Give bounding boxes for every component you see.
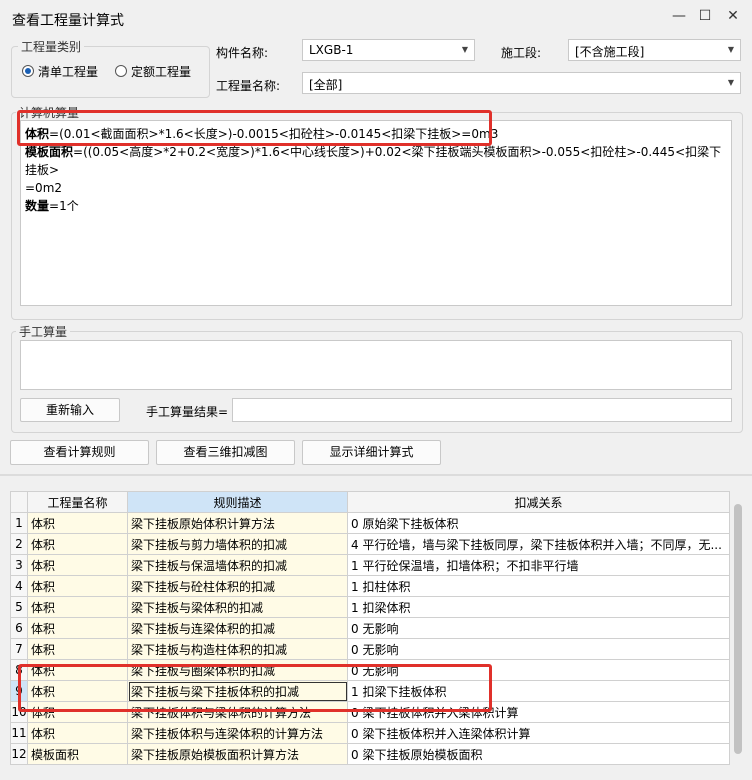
close-button[interactable]: ✕	[722, 8, 744, 28]
rule-cell[interactable]: 梁下挂板与保温墙体积的扣减	[127, 554, 348, 576]
rule-cell[interactable]: 梁下挂板与连梁体积的扣减	[127, 617, 348, 639]
table-row[interactable]: 4 体积 梁下挂板与砼柱体积的扣减 1 扣柱体积	[10, 575, 730, 597]
view-rules-button[interactable]: 查看计算规则	[10, 440, 149, 465]
chevron-down-icon: ▼	[727, 78, 734, 87]
highlight-box-formula	[17, 110, 492, 146]
rules-table: 工程量名称 规则描述 扣减关系 1 体积 梁下挂板原始体积计算方法 0 原始梁下挂板体…	[10, 491, 730, 765]
rule-cell[interactable]: 梁下挂板与梁体积的扣减	[127, 596, 348, 618]
qty-name-cell[interactable]: 体积	[27, 617, 128, 639]
row-number: 4	[10, 575, 28, 597]
splitter[interactable]	[0, 474, 752, 476]
rule-cell[interactable]: 梁下挂板原始体积计算方法	[127, 512, 348, 534]
manual-result-label: 手工算量结果=	[146, 405, 229, 419]
table-row[interactable]: 12 模板面积 梁下挂板原始模板面积计算方法 0 梁下挂板原始模板面积	[10, 743, 730, 765]
deduction-cell[interactable]: 1 平行砼保温墙，扣墙体积；不扣非平行墙	[347, 554, 730, 576]
row-number: 11	[10, 722, 28, 744]
component-label: 构件名称:	[216, 46, 269, 60]
stage-label: 施工段:	[501, 46, 542, 60]
calc-formwork-formula: =((0.05<高度>*2+0.2<宽度>)*1.6<中心线长度>)+0.02<…	[25, 145, 722, 177]
table-row[interactable]: 6 体积 梁下挂板与连梁体积的扣减 0 无影响	[10, 617, 730, 639]
qty-name-cell[interactable]: 体积	[27, 638, 128, 660]
deduction-cell[interactable]: 4 平行砼墙，墙与梁下挂板同厚，梁下挂板体积并入墙；不同厚，无...	[347, 533, 730, 555]
machine-calc-textarea[interactable]: 体积=(0.01<截面面积>*1.6<长度>)-0.0015<扣砼柱>-0.01…	[20, 120, 732, 306]
table-row[interactable]: 2 体积 梁下挂板与剪力墙体积的扣减 4 平行砼墙，墙与梁下挂板同厚，梁下挂板体积并入…	[10, 533, 730, 555]
qty-name-cell[interactable]: 体积	[27, 575, 128, 597]
radio-quota-quantity[interactable]	[115, 65, 127, 77]
view-3d-button[interactable]: 查看三维扣减图	[156, 440, 295, 465]
deduction-cell[interactable]: 0 无影响	[347, 617, 730, 639]
manual-calc-legend: 手工算量	[16, 323, 71, 340]
rule-cell[interactable]: 梁下挂板与构造柱体积的扣减	[127, 638, 348, 660]
chevron-down-icon: ▼	[727, 45, 734, 54]
deduction-cell[interactable]: 1 扣柱体积	[347, 575, 730, 597]
deduction-cell[interactable]: 0 无影响	[347, 638, 730, 660]
deduction-cell[interactable]: 0 原始梁下挂板体积	[347, 512, 730, 534]
row-number: 2	[10, 533, 28, 555]
row-number: 7	[10, 638, 28, 660]
qty-name-cell[interactable]: 体积	[27, 512, 128, 534]
radio-list-quantity-label[interactable]: 清单工程量	[38, 63, 98, 80]
deduction-cell[interactable]: 0 梁下挂板体积并入连梁体积计算	[347, 722, 730, 744]
rule-cell[interactable]: 梁下挂板体积与连梁体积的计算方法	[127, 722, 348, 744]
quantity-type-legend: 工程量类别	[18, 38, 85, 55]
qty-name-cell[interactable]: 体积	[27, 554, 128, 576]
qty-name-label: 工程量名称:	[216, 79, 281, 93]
reenter-button[interactable]: 重新输入	[20, 398, 120, 422]
table-scroll-thumb[interactable]	[734, 504, 742, 754]
row-number: 12	[10, 743, 28, 765]
qty-name-cell[interactable]: 体积	[27, 596, 128, 618]
col-header-rule[interactable]: 规则描述	[127, 491, 348, 513]
highlight-box-row	[18, 664, 492, 712]
radio-quota-quantity-label[interactable]: 定额工程量	[131, 63, 191, 80]
table-row[interactable]: 11 体积 梁下挂板体积与连梁体积的计算方法 0 梁下挂板体积并入连梁体积计算	[10, 722, 730, 744]
component-select[interactable]: LXGB-1 ▼	[302, 39, 475, 61]
component-select-value: LXGB-1	[309, 43, 354, 57]
row-number: 6	[10, 617, 28, 639]
window-title: 查看工程量计算式	[12, 13, 124, 29]
manual-calc-input[interactable]	[20, 340, 732, 390]
col-header-qty-name[interactable]: 工程量名称	[27, 491, 128, 513]
deduction-cell[interactable]: 1 扣梁体积	[347, 596, 730, 618]
deduction-cell[interactable]: 0 梁下挂板原始模板面积	[347, 743, 730, 765]
minimize-button[interactable]: —	[668, 8, 690, 28]
stage-select[interactable]: [不含施工段] ▼	[568, 39, 741, 61]
chevron-down-icon: ▼	[461, 45, 468, 54]
table-row[interactable]: 3 体积 梁下挂板与保温墙体积的扣减 1 平行砼保温墙，扣墙体积；不扣非平行墙	[10, 554, 730, 576]
qty-name-cell[interactable]: 模板面积	[27, 743, 128, 765]
qty-name-cell[interactable]: 体积	[27, 722, 128, 744]
calc-count-value: =1个	[49, 199, 79, 213]
radio-list-quantity[interactable]	[22, 65, 34, 77]
qty-name-select-value: [全部]	[309, 78, 343, 92]
rule-cell[interactable]: 梁下挂板原始模板面积计算方法	[127, 743, 348, 765]
calc-formwork-result: =0m2	[25, 181, 63, 195]
table-row[interactable]: 5 体积 梁下挂板与梁体积的扣减 1 扣梁体积	[10, 596, 730, 618]
maximize-button[interactable]: ☐	[694, 8, 716, 28]
rule-cell[interactable]: 梁下挂板与砼柱体积的扣减	[127, 575, 348, 597]
calc-count-key: 数量	[25, 199, 50, 213]
calc-formwork-key: 模板面积	[25, 145, 74, 159]
table-corner	[10, 491, 28, 513]
row-number: 3	[10, 554, 28, 576]
col-header-deduction[interactable]: 扣减关系	[347, 491, 730, 513]
qty-name-select[interactable]: [全部] ▼	[302, 72, 741, 94]
table-row[interactable]: 7 体积 梁下挂板与构造柱体积的扣减 0 无影响	[10, 638, 730, 660]
stage-select-value: [不含施工段]	[575, 45, 645, 59]
table-row[interactable]: 1 体积 梁下挂板原始体积计算方法 0 原始梁下挂板体积	[10, 512, 730, 534]
qty-name-cell[interactable]: 体积	[27, 533, 128, 555]
show-detail-button[interactable]: 显示详细计算式	[302, 440, 441, 465]
manual-result-field[interactable]	[232, 398, 732, 422]
rule-cell[interactable]: 梁下挂板与剪力墙体积的扣减	[127, 533, 348, 555]
row-number: 5	[10, 596, 28, 618]
row-number: 1	[10, 512, 28, 534]
